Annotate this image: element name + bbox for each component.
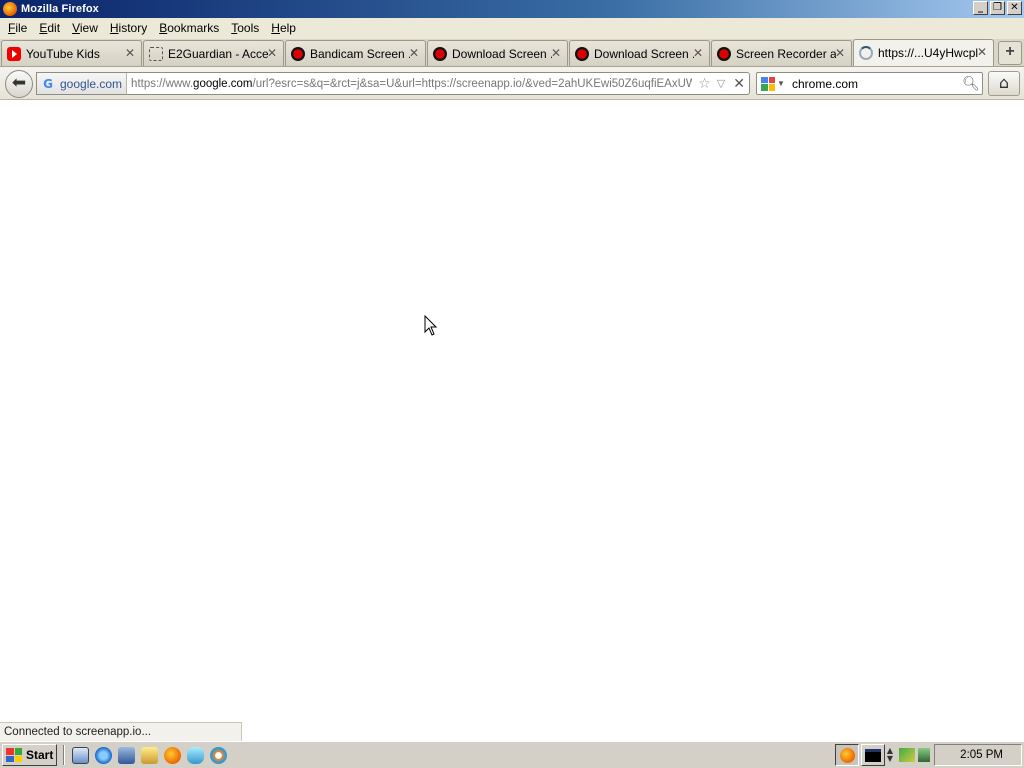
menu-help[interactable]: Help bbox=[265, 18, 302, 39]
firefox-icon bbox=[839, 747, 855, 763]
history-dropdown-icon[interactable]: ▽ bbox=[717, 77, 725, 90]
tab-label: YouTube Kids bbox=[26, 46, 100, 61]
navigation-toolbar: ⬅ G google.com https://www.google.com/ur… bbox=[0, 67, 1024, 100]
site-identity-button[interactable]: G google.com bbox=[37, 73, 128, 94]
firefox-icon bbox=[3, 2, 17, 16]
menu-file[interactable]: File bbox=[2, 18, 33, 39]
start-button[interactable]: Start bbox=[2, 744, 57, 766]
home-icon: ⌂ bbox=[998, 73, 1010, 92]
url-prefix: https://www. bbox=[131, 77, 194, 90]
search-files-icon[interactable] bbox=[141, 746, 158, 764]
close-tab-icon[interactable]: ✕ bbox=[693, 46, 703, 60]
magnifier-icon[interactable]: 🔍︎ bbox=[960, 76, 982, 92]
tab-label: Download Screen ... bbox=[452, 46, 552, 61]
tab-label: E2Guardian - Acce... bbox=[168, 46, 268, 61]
network-icon[interactable] bbox=[899, 748, 915, 762]
record-icon bbox=[575, 46, 589, 61]
search-engine-button[interactable]: ▼ bbox=[757, 73, 785, 94]
title-bar: Mozilla Firefox _ ❐ ✕ bbox=[0, 0, 1024, 18]
clock[interactable]: 2:05 PM bbox=[934, 744, 1022, 766]
close-tab-icon[interactable]: ✕ bbox=[551, 46, 561, 60]
tab-e2guardian[interactable]: E2Guardian - Acce... ✕ bbox=[143, 40, 284, 66]
bookmark-star-icon[interactable]: ☆ bbox=[698, 76, 711, 92]
firefox-quicklaunch-icon[interactable] bbox=[164, 746, 181, 764]
status-bar: Connected to screenapp.io... bbox=[0, 722, 242, 741]
tab-label: Download Screen ... bbox=[594, 46, 694, 61]
start-label: Start bbox=[26, 748, 54, 762]
mouse-cursor-icon bbox=[424, 315, 438, 336]
tab-bandicam[interactable]: Bandicam Screen ... ✕ bbox=[285, 40, 426, 66]
close-window-button[interactable]: ✕ bbox=[1007, 1, 1022, 15]
tab-download-screen-1[interactable]: Download Screen ... ✕ bbox=[427, 40, 568, 66]
close-tab-icon[interactable]: ✕ bbox=[835, 46, 845, 60]
back-arrow-icon: ⬅ bbox=[11, 73, 27, 93]
record-icon bbox=[433, 46, 447, 61]
tab-label: Bandicam Screen ... bbox=[310, 46, 410, 61]
tab-active-loading[interactable]: https://...U4yHwcpl ✕ bbox=[853, 39, 994, 66]
url-bar[interactable]: G google.com https://www.google.com/url?… bbox=[36, 72, 750, 95]
url-suffix: /url?esrc=s&q=&rct=j&sa=U&url=https://sc… bbox=[252, 77, 693, 90]
window-controls: _ ❐ ✕ bbox=[973, 1, 1022, 15]
command-prompt-icon bbox=[865, 748, 881, 762]
tab-youtube-kids[interactable]: YouTube Kids ✕ bbox=[1, 40, 142, 66]
record-icon bbox=[717, 46, 731, 61]
media-player-icon[interactable] bbox=[210, 746, 227, 764]
internet-explorer-icon[interactable] bbox=[95, 746, 112, 764]
search-bar: ▼ 🔍︎ bbox=[756, 72, 983, 95]
outlook-icon[interactable] bbox=[118, 746, 135, 764]
window-title: Mozilla Firefox bbox=[21, 3, 99, 15]
close-tab-icon[interactable]: ✕ bbox=[977, 45, 987, 59]
windows-logo-icon bbox=[6, 748, 22, 762]
tab-download-screen-2[interactable]: Download Screen ... ✕ bbox=[569, 40, 710, 66]
engine-dropdown-icon: ▼ bbox=[777, 79, 785, 88]
stop-icon[interactable]: ✕ bbox=[733, 76, 745, 92]
close-tab-icon[interactable]: ✕ bbox=[409, 46, 419, 60]
close-tab-icon[interactable]: ✕ bbox=[267, 46, 277, 60]
tab-screen-recorder[interactable]: Screen Recorder a... ✕ bbox=[711, 40, 852, 66]
taskbar-separator bbox=[63, 745, 65, 765]
identity-label: google.com bbox=[60, 76, 123, 91]
menu-view[interactable]: View bbox=[66, 18, 104, 39]
clock-time: 2:05 PM bbox=[960, 749, 1003, 761]
menu-history[interactable]: History bbox=[104, 18, 153, 39]
tab-strip: YouTube Kids ✕ E2Guardian - Acce... ✕ Ba… bbox=[0, 39, 1024, 67]
tab-label: https://...U4yHwcpl bbox=[878, 46, 978, 60]
youtube-icon bbox=[7, 46, 21, 61]
menu-bookmarks[interactable]: Bookmarks bbox=[153, 18, 225, 39]
google-icon: G bbox=[43, 76, 53, 91]
home-button[interactable]: ⌂ bbox=[988, 71, 1020, 96]
system-tray: ▲ ▼ 2:05 PM bbox=[833, 744, 1022, 766]
url-host: google.com bbox=[193, 77, 253, 90]
messenger-icon[interactable] bbox=[187, 746, 204, 764]
menu-bar: File Edit View History Bookmarks Tools H… bbox=[0, 18, 1024, 39]
search-input[interactable] bbox=[785, 76, 960, 91]
close-tab-icon[interactable]: ✕ bbox=[125, 46, 135, 60]
taskbar-firefox-button[interactable] bbox=[835, 744, 859, 766]
menu-edit[interactable]: Edit bbox=[33, 18, 66, 39]
google-engine-icon bbox=[761, 76, 775, 91]
back-button[interactable]: ⬅ bbox=[5, 70, 33, 98]
show-desktop-icon[interactable] bbox=[72, 746, 89, 764]
restore-button[interactable]: ❐ bbox=[990, 1, 1005, 15]
minimize-button[interactable]: _ bbox=[973, 1, 988, 15]
menu-tools[interactable]: Tools bbox=[225, 18, 265, 39]
loading-icon bbox=[859, 46, 873, 60]
url-text[interactable]: https://www.google.com/url?esrc=s&q=&rct… bbox=[127, 78, 692, 90]
page-icon bbox=[149, 46, 163, 61]
taskbar: Start ▲ ▼ 2:05 PM bbox=[0, 741, 1024, 768]
taskbar-scroll-arrows[interactable]: ▲ ▼ bbox=[885, 747, 895, 763]
status-text: Connected to screenapp.io... bbox=[4, 726, 152, 738]
tab-label: Screen Recorder a... bbox=[736, 46, 836, 61]
new-tab-button[interactable]: + bbox=[998, 41, 1022, 65]
tray-app-icon[interactable] bbox=[918, 748, 930, 762]
taskbar-cmd-button[interactable] bbox=[861, 744, 885, 766]
page-content[interactable] bbox=[0, 101, 1024, 741]
record-icon bbox=[291, 46, 305, 61]
